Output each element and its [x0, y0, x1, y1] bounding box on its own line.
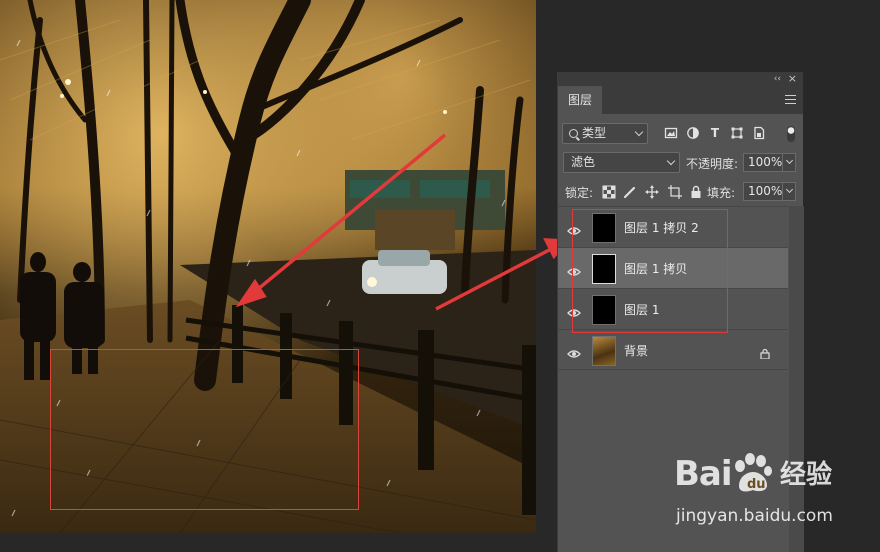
baidu-logo-text: Bai	[674, 454, 733, 494]
chevron-down-icon	[666, 156, 676, 166]
fill-input[interactable]: 100%	[743, 182, 783, 201]
smart-object-filter-icon[interactable]	[752, 126, 766, 140]
opacity-label: 不透明度:	[686, 157, 739, 171]
image-filter-icon[interactable]	[664, 126, 678, 140]
collapse-panel-icon[interactable]: ‹‹	[774, 73, 781, 85]
blend-mode-select[interactable]: 滤色	[563, 152, 680, 173]
lock-row: 锁定: 填充: 100%	[558, 181, 804, 203]
layer-name: 背景	[624, 344, 649, 358]
svg-text:du: du	[747, 477, 766, 492]
search-icon	[569, 129, 578, 138]
paw-icon: du	[735, 453, 772, 492]
opacity-input[interactable]: 100%	[743, 153, 783, 172]
layer-row[interactable]: 背景	[558, 329, 788, 370]
filter-kind-select[interactable]: 类型	[562, 123, 648, 144]
type-filter-icon[interactable]: T	[708, 126, 722, 140]
layer-thumbnail	[592, 336, 616, 366]
lock-label: 锁定:	[565, 186, 594, 200]
layer-filter-row: 类型 T	[558, 122, 804, 146]
lock-all-icon[interactable]	[689, 184, 703, 198]
shape-filter-icon[interactable]	[730, 126, 744, 140]
lock-icon	[760, 344, 770, 360]
panel-menu-icon[interactable]	[785, 95, 796, 104]
visibility-eye-icon[interactable]	[567, 344, 581, 358]
filter-toggle-icon[interactable]	[786, 126, 796, 142]
layers-highlight-box	[572, 209, 728, 333]
opacity-slider-toggle[interactable]	[782, 153, 796, 172]
panel-title-bar: ‹‹ ×	[558, 72, 803, 86]
tab-layers[interactable]: 图层	[558, 86, 602, 114]
blend-mode-value: 滤色	[571, 155, 596, 169]
jingyan-product-text: 经验	[780, 460, 833, 490]
chevron-down-icon	[785, 156, 794, 165]
blend-row: 滤色 不透明度: 100%	[558, 151, 804, 175]
fill-slider-toggle[interactable]	[782, 182, 796, 201]
panel-tab-bar: 图层	[558, 86, 803, 114]
baidu-jingyan-watermark: Bai du 经验 jingyan.baidu.com	[674, 452, 874, 542]
watermark-url: jingyan.baidu.com	[676, 506, 833, 526]
lock-position-icon[interactable]	[645, 184, 659, 199]
photoshop-workspace: ‹‹ × 图层 类型 T 滤色 不透明度: 100% 锁定: 填充: 100% …	[0, 0, 880, 552]
close-icon[interactable]: ×	[788, 72, 797, 85]
lock-image-pixels-icon[interactable]	[623, 184, 637, 199]
photo-region-highlight	[50, 349, 359, 510]
chevron-down-icon	[634, 127, 644, 137]
lock-artboard-icon[interactable]	[668, 184, 682, 199]
adjustment-filter-icon[interactable]	[686, 126, 700, 140]
chevron-down-icon	[785, 185, 794, 194]
fill-label: 填充:	[707, 186, 736, 200]
filter-kind-label: 类型	[582, 126, 607, 140]
lock-transparent-pixels-icon[interactable]	[602, 184, 616, 199]
